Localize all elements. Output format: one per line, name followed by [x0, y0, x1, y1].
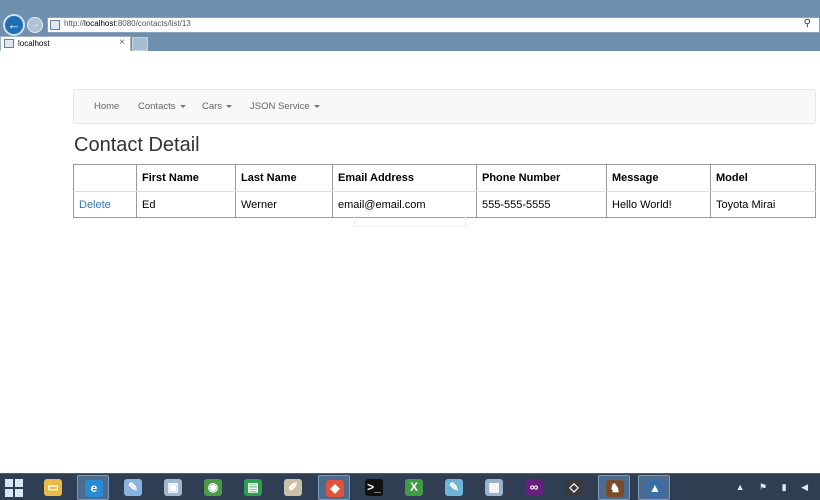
taskbar-button[interactable]: ∞	[518, 475, 550, 500]
column-header-message: Message	[606, 164, 711, 192]
taskbar-button[interactable]: ▦	[478, 475, 510, 500]
address-row: ← → http://localhost:8080/contacts/list/…	[0, 12, 820, 36]
table-header-row: First Name Last Name Email Address Phone…	[73, 164, 816, 192]
internet-explorer-icon: e	[85, 480, 103, 497]
page-title: Contact Detail	[74, 134, 200, 156]
column-header-first-name: First Name	[136, 164, 236, 192]
column-header-last-name: Last Name	[235, 164, 333, 192]
navbar: Home Contacts Cars JSON Service	[73, 89, 816, 124]
windows-logo-icon	[5, 479, 13, 487]
contact-detail-table: First Name Last Name Email Address Phone…	[73, 164, 816, 218]
column-header-actions	[73, 164, 137, 192]
notepad-icon: ✐	[284, 479, 302, 496]
taskbar-button[interactable]: ✎	[117, 475, 149, 500]
tab-row: localhost ×	[0, 36, 820, 51]
cell-model: Toyota Mirai	[710, 191, 816, 218]
nav-home-label: Home	[94, 101, 120, 112]
taskbar-button[interactable]: ◆	[318, 475, 350, 500]
cell-phone: 555-555-5555	[476, 191, 607, 218]
forward-arrow-icon: →	[30, 19, 40, 30]
taskbar-button[interactable]: ◉	[197, 475, 229, 500]
search-icon[interactable]: ⚲	[804, 18, 811, 29]
unity-icon: ◇	[565, 479, 583, 496]
caret-down-icon	[226, 104, 233, 108]
page-icon	[50, 20, 60, 30]
nav-json-service-dropdown[interactable]: JSON Service	[250, 101, 320, 112]
nav-cars-dropdown[interactable]: Cars	[202, 101, 233, 112]
taskbar-button[interactable]: ◇	[558, 475, 590, 500]
notepad-plus-icon: ✎	[445, 479, 463, 496]
sql-server-icon: ▲	[646, 480, 664, 497]
taskbar-button[interactable]: ▲	[638, 475, 670, 500]
back-arrow-icon: ←	[7, 17, 21, 32]
start-button[interactable]	[5, 479, 23, 497]
visual-studio-icon: ∞	[525, 479, 543, 496]
tab-favicon-icon	[4, 39, 14, 48]
url-prefix: http://	[64, 19, 85, 28]
forward-button[interactable]: →	[27, 17, 43, 33]
system-tray[interactable]: ▲ ⚑ ▮ ◀	[736, 482, 814, 493]
column-header-phone: Phone Number	[476, 164, 607, 192]
address-bar[interactable]: http://localhost:8080/contacts/list/13 ⚲	[47, 17, 820, 33]
url-path: :8080/contacts/list/13	[115, 19, 191, 28]
taskbar-button[interactable]: ✎	[438, 475, 470, 500]
paint-icon: ✎	[124, 479, 142, 496]
tab-title: localhost	[18, 39, 50, 48]
nav-contacts-label: Contacts	[138, 101, 176, 112]
taskbar-button[interactable]: ✐	[277, 475, 309, 500]
nav-cars-label: Cars	[202, 101, 223, 112]
windows-logo-pane	[15, 489, 23, 497]
store-icon: ▤	[244, 479, 262, 496]
nav-json-service-label: JSON Service	[250, 101, 310, 112]
taskbar-button[interactable]: ▤	[237, 475, 269, 500]
back-button[interactable]: ←	[3, 14, 25, 36]
url-host: localhost	[84, 19, 116, 28]
taskbar: ▭ e ✎ ▣ ◉ ▤ ✐ ◆ >_ X ✎ ▦ ∞ ◇ ♞ ▲ ▲ ⚑ ▮ ◀	[0, 473, 820, 500]
taskbar-button[interactable]: ▣	[157, 475, 189, 500]
column-header-email: Email Address	[332, 164, 477, 192]
windows-logo-pane	[15, 479, 23, 487]
caret-down-icon	[179, 104, 186, 108]
new-tab-button[interactable]	[132, 37, 148, 51]
taskbar-button[interactable]: ♞	[598, 475, 630, 500]
remote-desktop-icon: ▣	[164, 479, 182, 496]
game-icon: ♞	[606, 480, 624, 497]
calculator-icon: ▦	[485, 479, 503, 496]
cell-last-name: Werner	[235, 191, 333, 218]
column-header-model: Model	[710, 164, 816, 192]
command-prompt-icon: >_	[365, 479, 383, 496]
browser-tab[interactable]: localhost ×	[0, 36, 131, 51]
table-row: Delete Ed Werner email@email.com 555-555…	[73, 191, 816, 218]
url-text[interactable]: http://localhost:8080/contacts/list/13	[64, 19, 191, 28]
cell-message: Hello World!	[606, 191, 711, 218]
nav-home[interactable]: Home	[94, 101, 119, 112]
excel-icon: X	[405, 479, 423, 496]
taskbar-button[interactable]: >_	[358, 475, 390, 500]
file-explorer-icon: ▭	[44, 479, 62, 496]
caret-down-icon	[313, 104, 320, 108]
git-icon: ◆	[326, 480, 344, 497]
taskbar-button[interactable]: e	[77, 475, 109, 500]
browser-chrome: ← → http://localhost:8080/contacts/list/…	[0, 0, 820, 51]
tab-close-icon[interactable]: ×	[119, 37, 125, 48]
taskbar-button[interactable]: X	[398, 475, 430, 500]
cell-email: email@email.com	[332, 191, 477, 218]
faded-overlay	[354, 216, 466, 227]
windows-logo-pane	[5, 489, 13, 497]
nav-contacts-dropdown[interactable]: Contacts	[138, 101, 186, 112]
delete-link[interactable]: Delete	[73, 191, 137, 218]
taskbar-button[interactable]: ▭	[37, 475, 69, 500]
chrome-icon: ◉	[204, 479, 222, 496]
cell-first-name: Ed	[136, 191, 236, 218]
